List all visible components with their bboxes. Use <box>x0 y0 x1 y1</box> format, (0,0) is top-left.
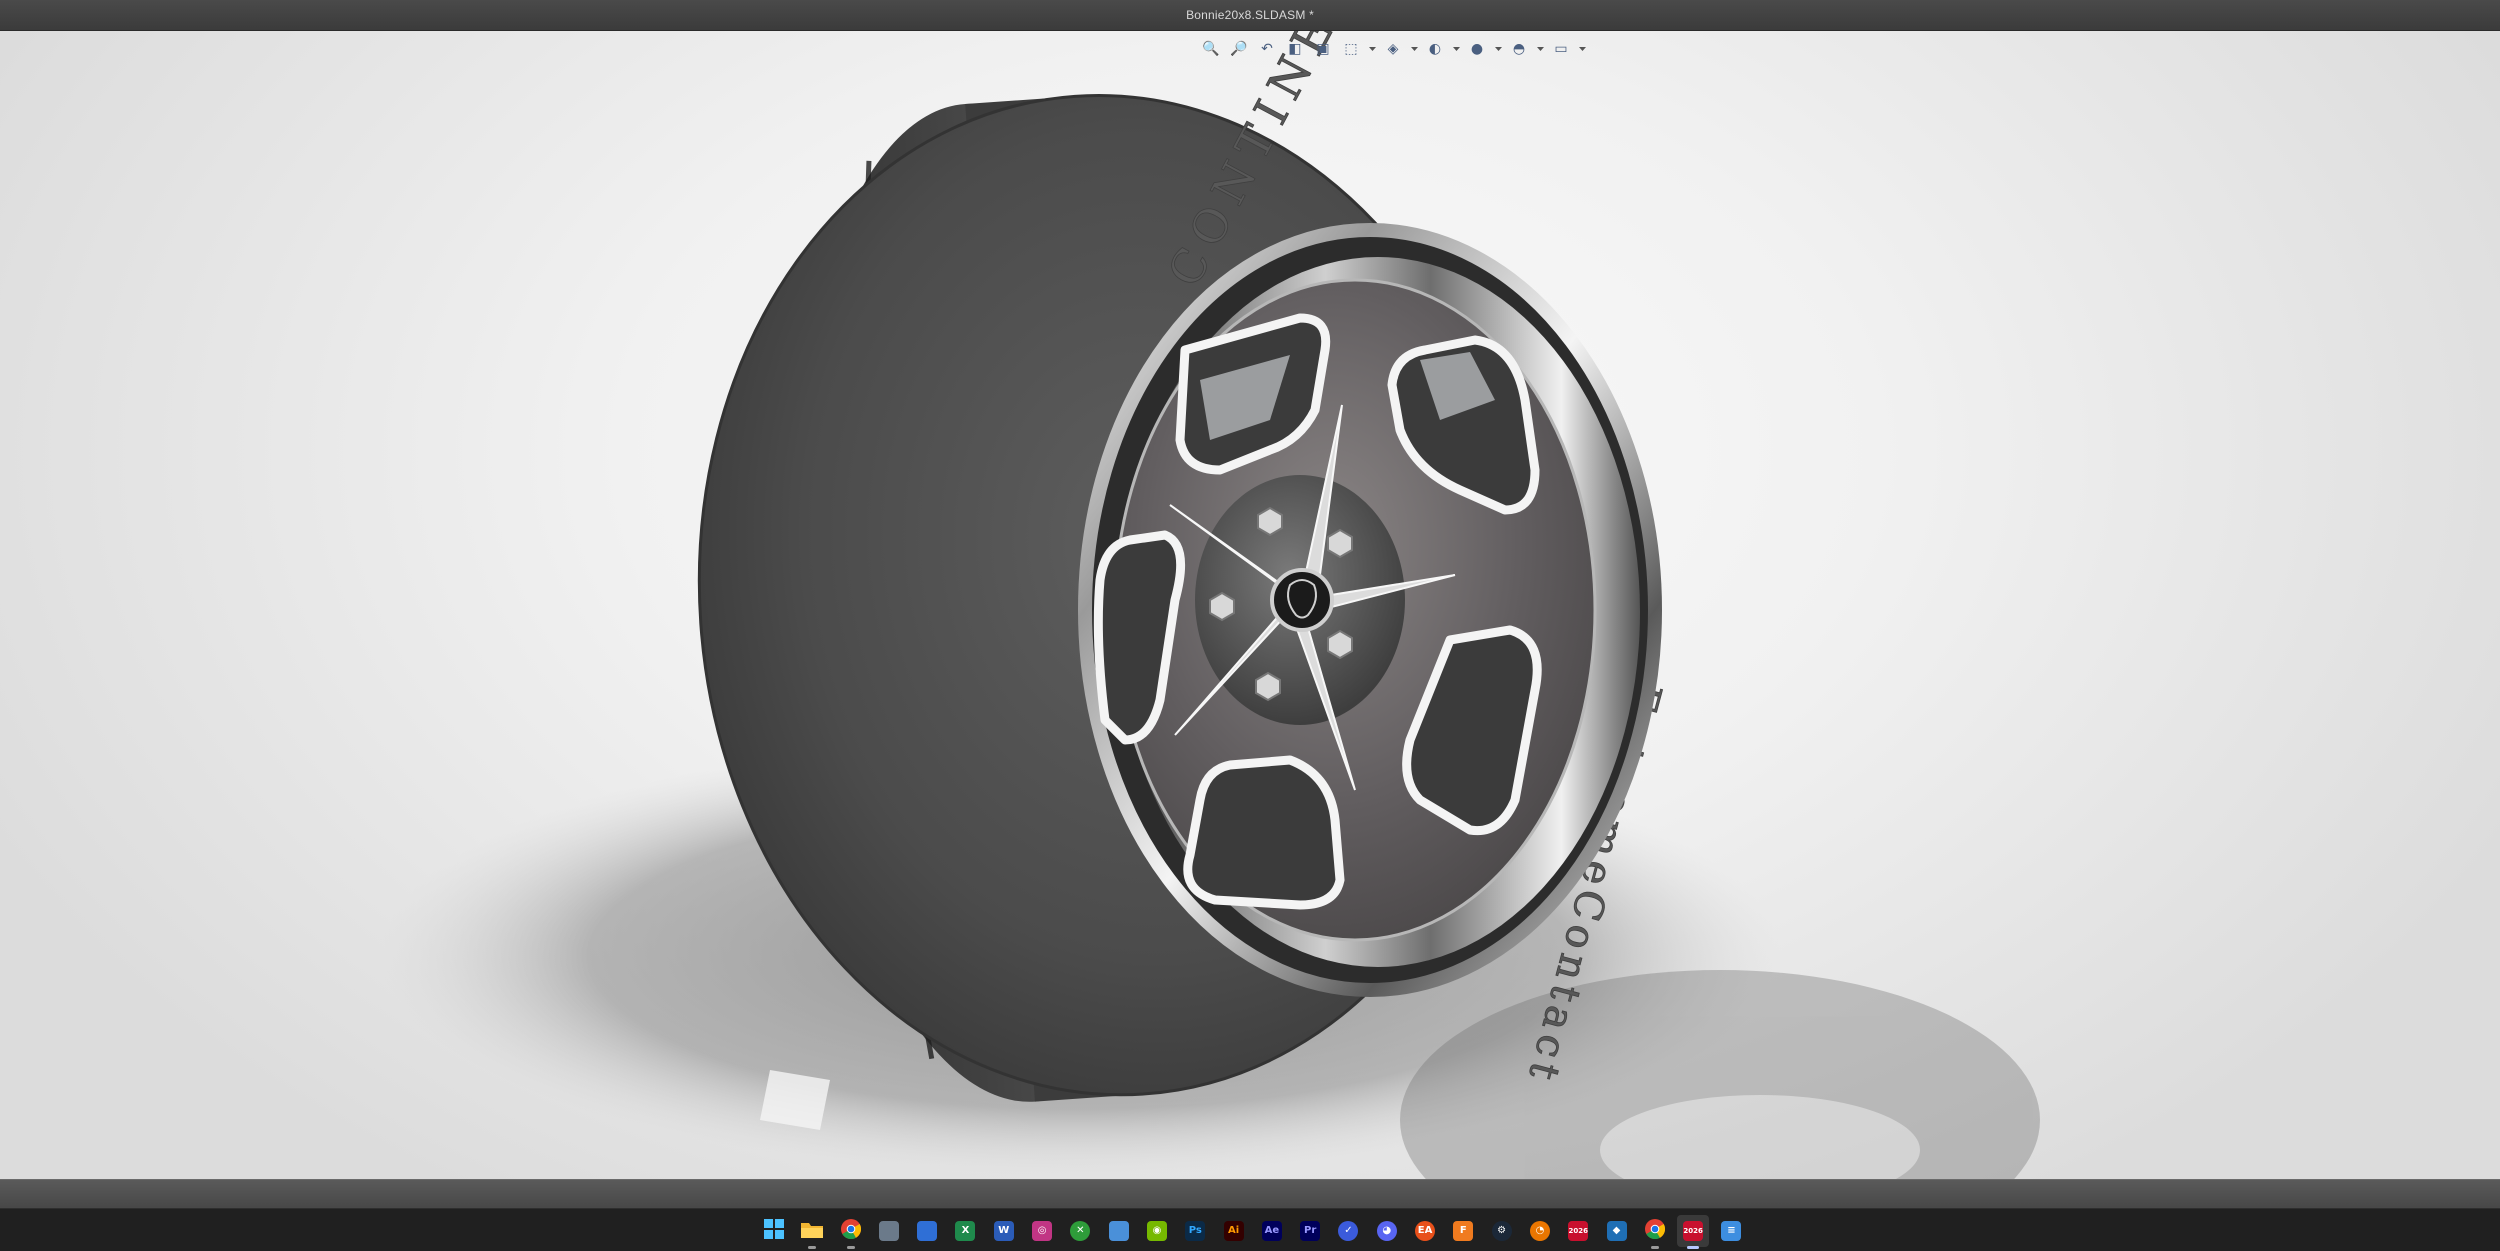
start-button[interactable] <box>758 1215 790 1247</box>
store-taskbar-button[interactable] <box>911 1215 943 1247</box>
title-bar: Bonnie20x8.SLDASM * <box>0 0 2500 31</box>
steam-taskbar-button[interactable]: ⚙ <box>1486 1215 1518 1247</box>
notepad-taskbar-button[interactable] <box>1103 1215 1135 1247</box>
running-indicator <box>846 1246 855 1249</box>
store-icon <box>917 1221 938 1241</box>
start-button <box>764 1218 784 1244</box>
heads-up-view-toolbar: 🔍 🔎 ↶ ◧ ▣ ⬚ ◈ ◐ ● ◓ ▭ <box>1200 35 1586 63</box>
zoom-to-area-button[interactable]: 🔎 <box>1228 38 1250 60</box>
chevron-down-icon[interactable] <box>1368 38 1376 60</box>
illustrator-icon: Ai <box>1223 1221 1244 1241</box>
ea-taskbar-button[interactable]: EA <box>1409 1215 1441 1247</box>
premiere-taskbar-button[interactable]: Pr <box>1294 1215 1326 1247</box>
running-indicator <box>1650 1246 1659 1249</box>
premiere-icon: Pr <box>1300 1221 1321 1241</box>
edit-appearance-button[interactable]: ● <box>1466 38 1488 60</box>
display-style-icon: ◈ <box>1387 41 1399 57</box>
view-orientation-button[interactable]: ⬚ <box>1340 38 1362 60</box>
hide-show-items-button[interactable]: ◐ <box>1424 38 1446 60</box>
xbox-icon: ✕ <box>1070 1221 1091 1241</box>
status-bar <box>0 1179 2500 1209</box>
dynamic-annotation-button[interactable]: ▣ <box>1312 38 1334 60</box>
blender-taskbar-button[interactable]: ◔ <box>1524 1215 1556 1247</box>
fusion-icon: F <box>1453 1221 1474 1241</box>
notepad-icon <box>1108 1221 1129 1241</box>
instagram-taskbar-button[interactable]: ◎ <box>1026 1215 1058 1247</box>
dynamic-annotation-icon: ▣ <box>1316 41 1330 57</box>
zoom-to-fit-button[interactable]: 🔍 <box>1200 38 1222 60</box>
previous-view-icon: ↶ <box>1261 41 1273 57</box>
blender-icon: ◔ <box>1529 1221 1550 1241</box>
xbox-taskbar-button[interactable]: ✕ <box>1064 1215 1096 1247</box>
chrome-icon <box>840 1218 861 1244</box>
window-title: Bonnie20x8.SLDASM * <box>1186 8 1314 22</box>
chevron-down-icon[interactable] <box>1578 38 1586 60</box>
rim <box>1078 223 1662 997</box>
solidworks-2026-taskbar-button[interactable]: 2026 <box>1562 1215 1594 1247</box>
chevron-down-icon[interactable] <box>1494 38 1502 60</box>
zoom-to-area-icon: 🔎 <box>1230 41 1248 57</box>
instagram-icon: ◎ <box>1032 1221 1053 1241</box>
chevron-down-icon[interactable] <box>1452 38 1460 60</box>
word-icon: W <box>993 1221 1014 1241</box>
after-effects-taskbar-button[interactable]: Ae <box>1256 1215 1288 1247</box>
chrome-alt-icon <box>1644 1218 1665 1244</box>
file-explorer-icon <box>801 1220 824 1243</box>
solidworks-2026-active-taskbar-button[interactable]: 2026 <box>1677 1215 1710 1249</box>
apply-scene-button[interactable]: ◓ <box>1508 38 1530 60</box>
taskbar-apps: X W ◎ ✕ ◉ Ps Ai Ae Pr ✓ ◕ EA F ⚙ ◔ 2026 ◆ 2026 ≡ <box>758 1215 1747 1249</box>
excel-icon: X <box>955 1221 976 1241</box>
ea-icon: EA <box>1415 1221 1436 1241</box>
edit-appearance-icon: ● <box>1470 41 1484 57</box>
calculator-icon <box>878 1221 899 1241</box>
text-editor-icon: ≡ <box>1721 1221 1742 1241</box>
running-indicator <box>808 1246 817 1249</box>
sketchup-taskbar-button[interactable]: ◆ <box>1601 1215 1633 1247</box>
display-style-button[interactable]: ◈ <box>1382 38 1404 60</box>
calculator-taskbar-button[interactable] <box>873 1215 905 1247</box>
photoshop-taskbar-button[interactable]: Ps <box>1179 1215 1211 1247</box>
chrome-alt-taskbar-button[interactable] <box>1639 1215 1671 1249</box>
steam-icon: ⚙ <box>1491 1221 1512 1241</box>
solidworks-2026-active-icon: 2026 <box>1683 1221 1704 1241</box>
solidworks-2026-icon: 2026 <box>1568 1221 1589 1241</box>
discord-taskbar-button[interactable]: ◕ <box>1371 1215 1403 1247</box>
mail-taskbar-button[interactable]: ✓ <box>1332 1215 1364 1247</box>
view-settings-button[interactable]: ▭ <box>1550 38 1572 60</box>
text-editor-taskbar-button[interactable]: ≡ <box>1715 1215 1747 1247</box>
photoshop-icon: Ps <box>1185 1221 1206 1241</box>
hide-show-items-icon: ◐ <box>1428 41 1442 57</box>
running-indicator <box>1687 1246 1700 1249</box>
file-explorer-taskbar-button[interactable] <box>796 1215 828 1249</box>
graphics-viewport[interactable]: CONTINENTAL ExtremeContact <box>0 31 2500 1179</box>
view-orientation-icon: ⬚ <box>1344 41 1358 57</box>
chevron-down-icon[interactable] <box>1410 38 1418 60</box>
chevron-down-icon[interactable] <box>1536 38 1544 60</box>
zoom-to-fit-icon: 🔍 <box>1202 41 1220 57</box>
illustrator-taskbar-button[interactable]: Ai <box>1218 1215 1250 1247</box>
apply-scene-icon: ◓ <box>1512 41 1526 57</box>
excel-taskbar-button[interactable]: X <box>949 1215 981 1247</box>
discord-icon: ◕ <box>1376 1221 1397 1241</box>
taskbar: X W ◎ ✕ ◉ Ps Ai Ae Pr ✓ ◕ EA F ⚙ ◔ 2026 ◆ 2026 ≡ <box>0 1208 2500 1251</box>
after-effects-icon: Ae <box>1261 1221 1282 1241</box>
nvidia-icon: ◉ <box>1146 1221 1167 1241</box>
previous-view-button[interactable]: ↶ <box>1256 38 1278 60</box>
nvidia-taskbar-button[interactable]: ◉ <box>1141 1215 1173 1247</box>
section-view-button[interactable]: ◧ <box>1284 38 1306 60</box>
mail-icon: ✓ <box>1338 1221 1359 1241</box>
section-view-icon: ◧ <box>1288 41 1302 57</box>
view-settings-icon: ▭ <box>1554 41 1568 57</box>
fusion-taskbar-button[interactable]: F <box>1447 1215 1479 1247</box>
wheel-render: CONTINENTAL ExtremeContact <box>380 31 2040 1179</box>
chrome-taskbar-button[interactable] <box>835 1215 867 1249</box>
sketchup-icon: ◆ <box>1606 1221 1627 1241</box>
word-taskbar-button[interactable]: W <box>988 1215 1020 1247</box>
